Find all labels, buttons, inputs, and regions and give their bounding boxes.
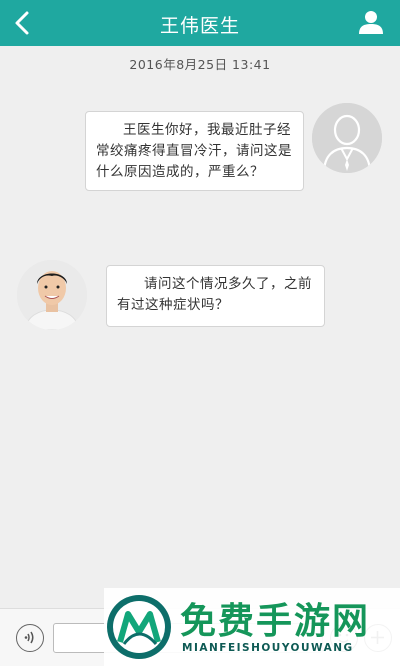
message-timestamp: 2016年8月25日 13:41 — [129, 57, 271, 72]
patient-avatar[interactable] — [312, 103, 382, 173]
page-title: 王伟医生 — [159, 15, 240, 37]
voice-button[interactable] — [16, 624, 44, 652]
voice-icon — [24, 631, 34, 644]
watermark-logo-icon — [107, 595, 171, 659]
patient-message-bubble: 王医生你好，我最近肚子经常绞痛疼得直冒冷汗，请问这是什么原因造成的，严重么？ — [85, 111, 304, 191]
default-user-icon — [312, 103, 382, 173]
doctor-photo — [17, 260, 87, 330]
site-watermark: 免费手游网 MIANFEISHOUYOUWANG — [104, 588, 400, 666]
doctor-avatar[interactable] — [17, 260, 87, 330]
person-icon — [359, 11, 383, 34]
top-bar: 王伟医生 — [0, 0, 400, 46]
watermark-subtitle: MIANFEISHOUYOUWANG — [182, 642, 354, 654]
doctor-message-bubble: 请问这个情况多久了，之前有过这种症状吗？ — [106, 265, 325, 327]
doctor-profile-button[interactable] — [358, 9, 384, 35]
watermark-title: 免费手游网 — [180, 601, 371, 642]
